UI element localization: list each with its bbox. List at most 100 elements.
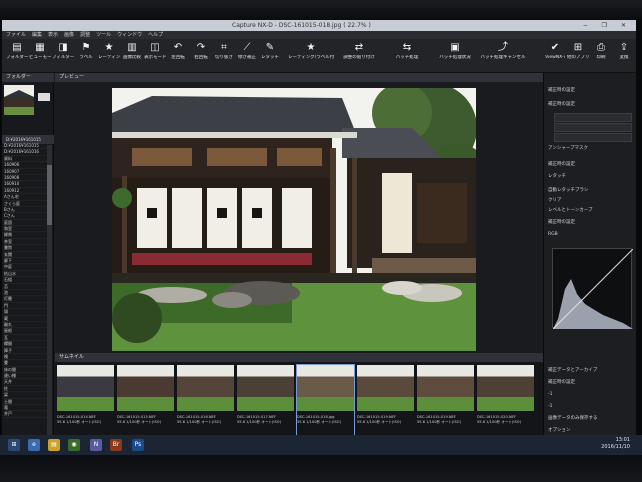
adjust-row[interactable]: 自動レタッチブラシ (548, 187, 633, 195)
explorer-icon[interactable]: ▤ (48, 439, 60, 451)
window-controls[interactable]: − ❐ ✕ (583, 20, 632, 31)
toolbar-label: 印刷 (596, 55, 606, 60)
folder-item[interactable]: 井戸 (4, 411, 50, 418)
compare-button[interactable]: ▥ 画像比較 (121, 41, 143, 71)
japanese-house-photo (112, 88, 476, 351)
adjust-row[interactable]: 画像データのみ保存する (548, 415, 633, 423)
zoom-box[interactable] (38, 93, 50, 101)
filmstrip-thumbnail[interactable]: DSC-161015-016.NEF 55.6 1/100秒 オート(ISO) (177, 365, 234, 435)
monitor-button[interactable]: ▣ バッチ処理状況 (432, 41, 478, 71)
batch-button[interactable]: ⇆ バッチ処理 (384, 41, 430, 71)
left-panel-header: フォルダー (2, 73, 54, 82)
histogram-graph (552, 248, 634, 330)
view-icon: ◫ (150, 42, 160, 53)
scrollbar-thumb[interactable] (47, 165, 52, 225)
taskbar-clock[interactable]: 13:01 2016/11/10 (601, 437, 630, 451)
filmstrip-thumbnail[interactable]: DSC-161015-019.NEF 55.6 1/100秒 オート(ISO) (357, 365, 414, 435)
adjust-icon: ⇄ (354, 42, 364, 53)
adjust-row[interactable]: -1 (548, 403, 633, 411)
adjust-row[interactable]: オプション (548, 427, 633, 435)
adjust-row[interactable]: 補正時の設定 (548, 219, 633, 227)
adjust-row[interactable]: 補正時の設定 (548, 101, 633, 109)
adjust-row[interactable]: RGB (548, 231, 633, 239)
app-button[interactable]: ⊞ 他のアプリ (567, 41, 589, 71)
label-button[interactable]: ⚑ ラベル (75, 41, 97, 71)
ie-icon[interactable]: e (28, 439, 40, 451)
filmstrip-thumbnail[interactable]: DSC-161015-019.NEF 55.6 1/100秒 オート(ISO) (417, 365, 474, 435)
image-viewer: プレビュー (55, 73, 543, 353)
adjust-dropdown[interactable] (554, 123, 632, 132)
viewnx-button[interactable]: ✔ ViewNX-i (544, 41, 566, 71)
adjust-row[interactable]: 補正時の設定 (548, 161, 633, 169)
print-icon: ⎙ (597, 42, 605, 53)
toolbar-label: フィルター (52, 55, 74, 60)
adjust-row[interactable]: 補正時の設定 (548, 87, 633, 95)
thumbnail-image (57, 365, 114, 411)
menu-item[interactable]: 画像 (64, 32, 74, 38)
folder-icon: ▤ (12, 42, 22, 53)
toolbar-label: バッチ処理 (395, 55, 419, 60)
adjust-button[interactable]: ⇄ 調整の貼り付け (336, 41, 382, 71)
adjust-row[interactable]: -1 (548, 391, 633, 399)
adjust-row[interactable]: 補正時の設定 (548, 379, 633, 387)
menu-item[interactable]: 調整 (80, 32, 90, 38)
menu-item[interactable]: 表示 (48, 32, 58, 38)
rating-icon: ★ (104, 42, 114, 53)
thumbnail-caption: DSC-161015-019.NEF 55.6 1/100秒 オート(ISO) (417, 415, 474, 424)
crop-button[interactable]: ⌗ 切り抜き (213, 41, 235, 71)
rotate-right-button[interactable]: ↷ 右回転 (190, 41, 212, 71)
tone-curve-histogram[interactable] (552, 248, 634, 330)
filter-icon: ◨ (58, 42, 68, 53)
menu-item[interactable]: 編集 (32, 32, 42, 38)
rating-button[interactable]: ★ レーティング (98, 41, 120, 71)
adjust-dropdown[interactable] (554, 133, 632, 142)
filmstrip-thumbnail[interactable]: DSC-161015-020.NEF 55.6 1/100秒 オート(ISO) (477, 365, 534, 435)
star-button[interactable]: ★ レーティング/ラベル付け (288, 41, 334, 71)
straighten-button[interactable]: ⟋ 傾き補正 (236, 41, 258, 71)
filmstrip-thumbnail[interactable]: DSC-161015-014.NEF 55.6 1/100秒 オート(ISO) (57, 365, 114, 435)
menu-item[interactable]: ウィンドウ (117, 32, 142, 38)
bridge-icon[interactable]: Br (110, 439, 122, 451)
toolbar-label: 傾き補正 (238, 55, 256, 60)
folder-button[interactable]: ▤ フォルダー (6, 41, 28, 71)
view-button[interactable]: ◫ 表示モード (144, 41, 166, 71)
navigator-thumbnail[interactable] (4, 85, 34, 115)
menu-item[interactable]: ファイル (6, 32, 26, 38)
menu-item[interactable]: ヘルプ (148, 32, 163, 38)
adjust-row[interactable]: クリア (548, 197, 633, 205)
thumbnail-meta: 55.6 1/100秒 オート(ISO) (117, 419, 161, 424)
thumbnail-meta: 55.6 1/100秒 オート(ISO) (57, 419, 101, 424)
straighten-icon: ⟋ (243, 42, 251, 53)
folder-scrollbar[interactable] (47, 145, 52, 445)
toolbar-label: フォルダー (6, 55, 28, 60)
filmstrip-thumbnail[interactable]: DSC-161015-015.NEF 55.6 1/100秒 オート(ISO) (117, 365, 174, 435)
grid-button[interactable]: ▦ ビューモード (29, 41, 51, 71)
thumbnail-meta: 55.6 1/100秒 オート(ISO) (177, 419, 221, 424)
rotate-left-button[interactable]: ↶ 左回転 (167, 41, 189, 71)
print-button[interactable]: ⎙ 印刷 (590, 41, 612, 71)
start-icon[interactable]: ⊞ (8, 439, 20, 451)
adjust-row[interactable]: 補正データとアーカイブ (548, 367, 633, 375)
nx-icon[interactable]: N (90, 439, 102, 451)
pen-button[interactable]: ✎ レタッチ (259, 41, 281, 71)
toolbar: ▤ フォルダー ▦ ビューモード ◨ フィルター ⚑ ラベル ★ レーティング ▥ 画像比較 ◫ 表示モー… (2, 39, 636, 73)
preview-photo[interactable] (112, 88, 476, 351)
windows-taskbar: ⊞ e ▤ ◉ N Br Ps 13:01 2016/11/10 (0, 435, 642, 455)
filmstrip-thumbnail[interactable]: DSC-161015-017.NEF 55.6 1/100秒 オート(ISO) (237, 365, 294, 435)
menu-item[interactable]: ツール (96, 32, 111, 38)
label-icon: ⚑ (81, 42, 91, 53)
convert-button[interactable]: ⇪ 変換 (613, 41, 635, 71)
cancel-button[interactable]: ⤴ バッチ処理キャンセル (480, 41, 526, 71)
left-panel: フォルダー D:¥2016¥161015 D:¥2016¥161015 D:¥20… (2, 73, 54, 445)
cancel-icon: ⤴ (498, 42, 508, 53)
app-window: Capture NX-D - DSC-161015-018.jpg ( 22.7… (2, 20, 636, 455)
photoshop-icon[interactable]: Ps (132, 439, 144, 451)
adjust-dropdown[interactable] (554, 113, 632, 122)
toolbar-label: ViewNX-i (545, 55, 565, 60)
adjust-row[interactable]: アンシャープマスク (548, 145, 633, 153)
filter-button[interactable]: ◨ フィルター (52, 41, 74, 71)
filmstrip-thumbnail[interactable]: DSC-161015-018.jpg 55.6 1/100秒 オート(ISO) (296, 364, 355, 436)
adjust-row[interactable]: レベルとトーンカーブ (548, 207, 633, 215)
adjust-row[interactable]: レタッチ (548, 173, 633, 181)
chrome-icon[interactable]: ◉ (68, 439, 80, 451)
